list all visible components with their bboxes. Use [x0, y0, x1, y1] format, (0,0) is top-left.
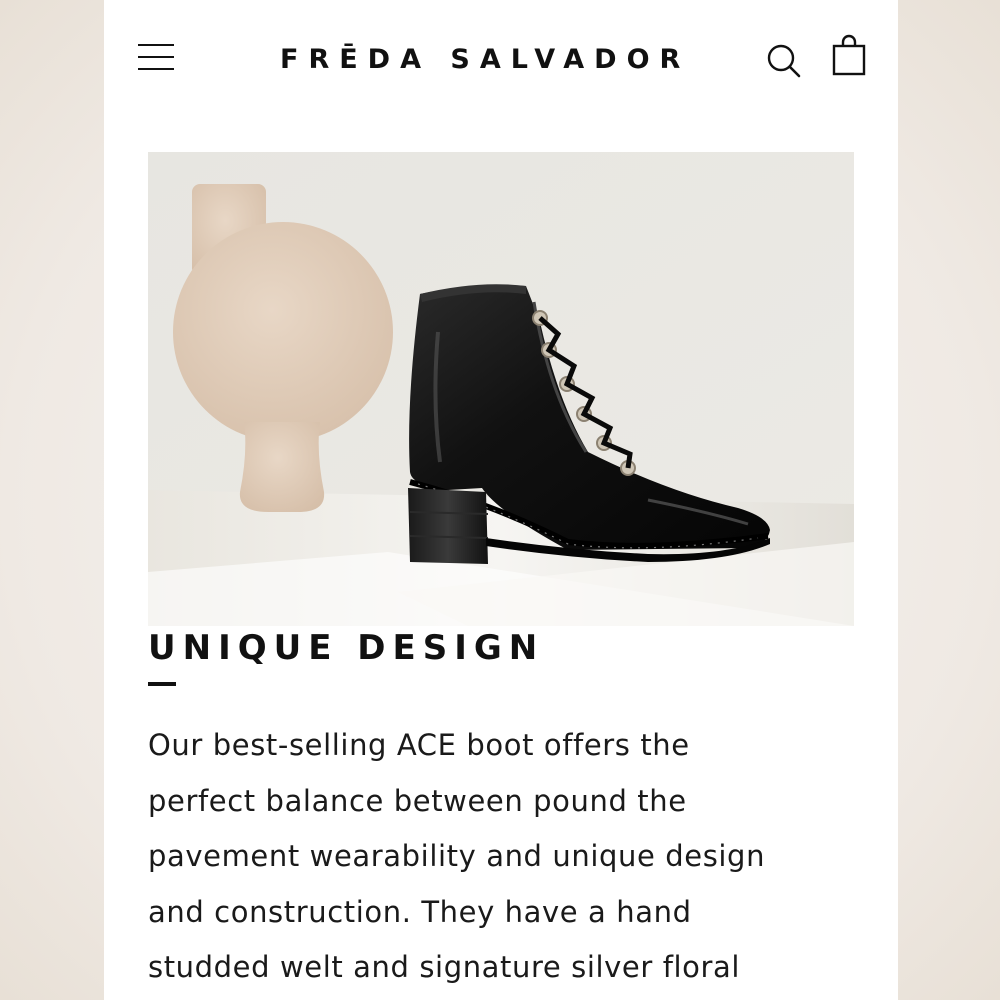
body-line: perfect balance between pound the [148, 783, 687, 818]
hero-image [148, 152, 854, 626]
body-line: studded welt and signature silver floral [148, 950, 741, 984]
shopping-bag-icon[interactable] [830, 34, 870, 78]
hamburger-menu-icon[interactable] [136, 40, 176, 72]
body-line: pavement wearability and unique design [148, 839, 766, 873]
boot-product-photo [148, 152, 854, 626]
search-icon[interactable] [764, 38, 804, 78]
section-heading: UNIQUE DESIGN [148, 628, 545, 668]
body-line: Our best-selling ACE boot offers the [148, 728, 690, 762]
brand-logo[interactable]: FRĒDA SALVADOR [280, 40, 690, 80]
body-line: and construction. They have a hand [148, 894, 692, 929]
mobile-page: FRĒDA SALVADOR UNIQUE DESIGN Our best-se… [104, 0, 898, 1000]
body-copy: Our best-selling ACE boot offers the per… [148, 718, 848, 996]
heading-divider [148, 682, 176, 686]
